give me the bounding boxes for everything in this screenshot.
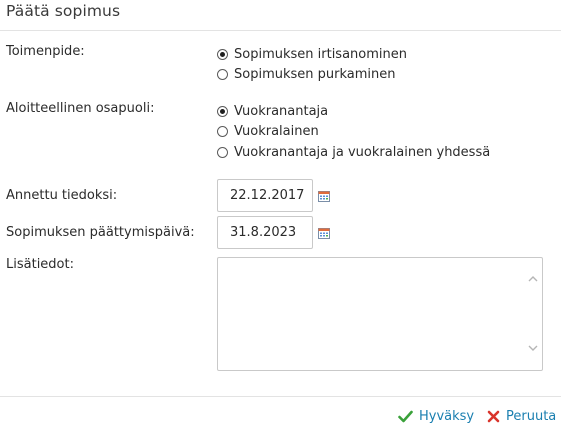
notes-scrollbar[interactable] xyxy=(524,258,542,370)
ok-button[interactable]: Hyväksy xyxy=(398,409,474,424)
dialog-footer: Hyväksy Peruuta xyxy=(0,396,561,432)
terminate-contract-dialog: Päätä sopimus Toimenpide: Sopimuksen irt… xyxy=(0,0,561,432)
radio-landlord[interactable]: Vuokranantaja xyxy=(217,102,328,120)
cancel-button-label: Peruuta xyxy=(506,409,557,424)
dialog-title: Päätä sopimus xyxy=(6,2,121,20)
end-date-field[interactable]: 31.8.2023 xyxy=(217,216,313,249)
notified-date-field[interactable]: 22.12.2017 xyxy=(217,179,313,212)
radio-cancellation[interactable]: Sopimuksen purkaminen xyxy=(217,65,396,83)
radio-termination-label: Sopimuksen irtisanominen xyxy=(234,46,407,62)
radio-both-button[interactable] xyxy=(217,146,228,158)
cancel-button[interactable]: Peruuta xyxy=(487,409,556,424)
radio-termination[interactable]: Sopimuksen irtisanominen xyxy=(217,45,407,63)
notified-label: Annettu tiedoksi: xyxy=(6,188,118,203)
close-icon xyxy=(487,410,500,423)
calendar-icon[interactable] xyxy=(318,190,330,202)
dialog-header: Päätä sopimus xyxy=(0,0,561,31)
notes-textarea[interactable] xyxy=(217,257,543,371)
radio-termination-button[interactable] xyxy=(217,48,228,60)
action-label: Toimenpide: xyxy=(6,44,85,59)
radio-tenant[interactable]: Vuokralainen xyxy=(217,122,319,140)
notes-label: Lisätiedot: xyxy=(6,257,74,272)
radio-landlord-label: Vuokranantaja xyxy=(234,103,329,119)
scroll-up-icon[interactable] xyxy=(528,274,538,284)
ok-button-label: Hyväksy xyxy=(419,409,475,424)
check-icon xyxy=(398,410,413,423)
initiator-label: Aloitteellinen osapuoli: xyxy=(6,101,155,116)
calendar-icon[interactable] xyxy=(318,227,330,239)
radio-landlord-button[interactable] xyxy=(217,105,228,117)
scroll-down-icon[interactable] xyxy=(528,343,538,353)
end-date-label: Sopimuksen päättymispäivä: xyxy=(6,225,195,240)
radio-tenant-button[interactable] xyxy=(217,125,228,137)
radio-cancellation-label: Sopimuksen purkaminen xyxy=(234,66,396,82)
radio-cancellation-button[interactable] xyxy=(217,68,228,80)
radio-both-label: Vuokranantaja ja vuokralainen yhdessä xyxy=(234,144,491,160)
radio-both[interactable]: Vuokranantaja ja vuokralainen yhdessä xyxy=(217,143,490,161)
radio-tenant-label: Vuokralainen xyxy=(234,123,319,139)
